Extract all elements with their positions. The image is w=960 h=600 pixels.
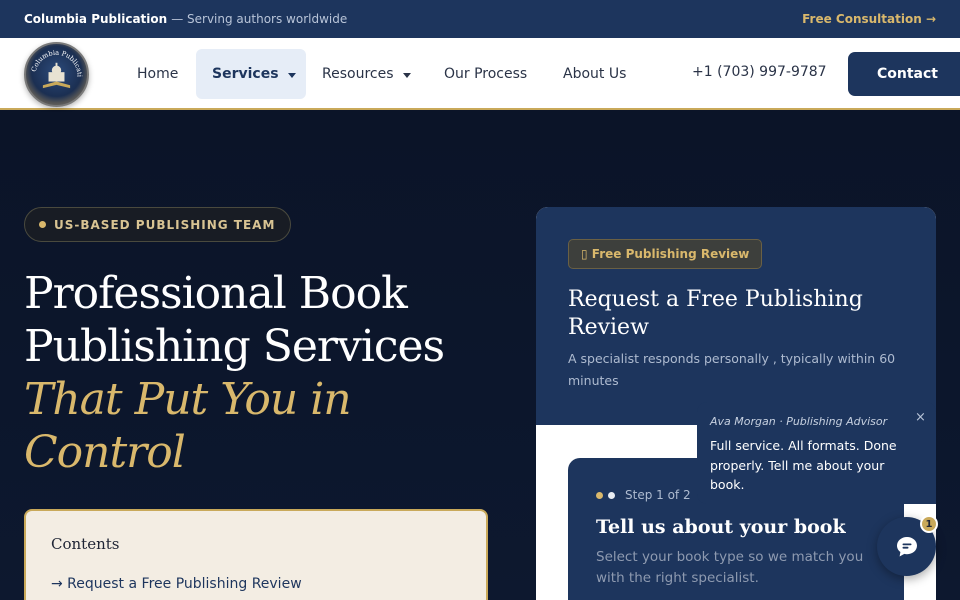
nav-about-us[interactable]: About Us xyxy=(547,49,642,99)
nav-resources-label: Resources xyxy=(322,66,394,82)
announcement-bar: Columbia Publication — Serving authors wo… xyxy=(0,0,960,38)
nav-services[interactable]: Services xyxy=(196,49,306,99)
step-title: Tell us about your book xyxy=(596,516,846,538)
table-of-contents: Contents → Request a Free Publishing Rev… xyxy=(24,509,488,600)
nav-home[interactable]: Home xyxy=(121,49,194,99)
hero-title-line: Publishing Services xyxy=(24,321,445,372)
free-consultation-link[interactable]: Free Consultation → xyxy=(802,12,936,26)
step-indicator: Step 1 of 2 xyxy=(596,488,691,502)
nav-services-label: Services xyxy=(212,66,279,82)
chat-unread-badge: 1 xyxy=(920,515,938,533)
phone-link[interactable]: +1 (703) 997-9787 xyxy=(692,64,827,80)
nav-about-us-label: About Us xyxy=(563,66,627,82)
chat-message: Full service. All formats. Done properly… xyxy=(710,438,897,492)
step-dot-inactive-icon xyxy=(608,491,615,499)
free-review-pill: ▯ Free Publishing Review xyxy=(568,239,763,269)
hero-title-highlight-line: Control xyxy=(24,427,186,478)
chat-agent-name: Ava Morgan · Publishing Advisor xyxy=(710,415,888,428)
card-header: ▯ Free Publishing Review Request a Free … xyxy=(536,207,936,425)
chevron-down-icon xyxy=(402,72,411,78)
contact-button[interactable]: Contact xyxy=(848,52,960,96)
chat-bubble-icon xyxy=(896,536,917,556)
nav-home-label: Home xyxy=(137,66,179,82)
nav-resources[interactable]: Resources xyxy=(306,49,427,99)
nav-our-process-label: Our Process xyxy=(444,66,528,82)
step-label: Step 1 of 2 xyxy=(625,488,691,502)
contents-link-request-review[interactable]: → Request a Free Publishing Review xyxy=(51,576,302,592)
chevron-down-icon xyxy=(287,72,296,78)
contents-title: Contents xyxy=(51,535,120,553)
card-title: Request a Free Publishing Review xyxy=(568,287,863,340)
topbar-tagline: — Serving authors worldwide xyxy=(171,12,348,26)
card-subtitle: A specialist responds personally , typic… xyxy=(568,351,896,388)
hero-title-highlight: That Put You in Control xyxy=(24,373,352,479)
hero-badge: US-BASED PUBLISHING TEAM xyxy=(24,207,292,242)
main-header: Columbia Publication Home Services Resou… xyxy=(0,38,960,110)
hero-title-line: Professional Book xyxy=(24,268,408,319)
close-icon[interactable]: × xyxy=(915,410,926,425)
hero-title-highlight-line: That Put You in xyxy=(24,374,352,425)
logo[interactable]: Columbia Publication xyxy=(24,42,89,107)
step-subtitle: Select your book type so we match you wi… xyxy=(596,549,864,586)
chat-popup[interactable]: Ava Morgan · Publishing Advisor Full ser… xyxy=(697,402,936,504)
badge-dot-icon xyxy=(39,221,46,228)
nav-our-process[interactable]: Our Process xyxy=(428,49,543,99)
topbar-brand-group: Columbia Publication — Serving authors wo… xyxy=(24,10,347,28)
hero-section: US-BASED PUBLISHING TEAM Professional Bo… xyxy=(0,112,960,600)
logo-emblem-icon: Columbia Publication xyxy=(26,44,84,89)
hero-badge-label: US-BASED PUBLISHING TEAM xyxy=(54,217,276,232)
step-dot-active-icon xyxy=(596,491,603,499)
hero-title: Professional Book Publishing Services xyxy=(24,267,445,373)
topbar-brand: Columbia Publication xyxy=(24,12,168,26)
